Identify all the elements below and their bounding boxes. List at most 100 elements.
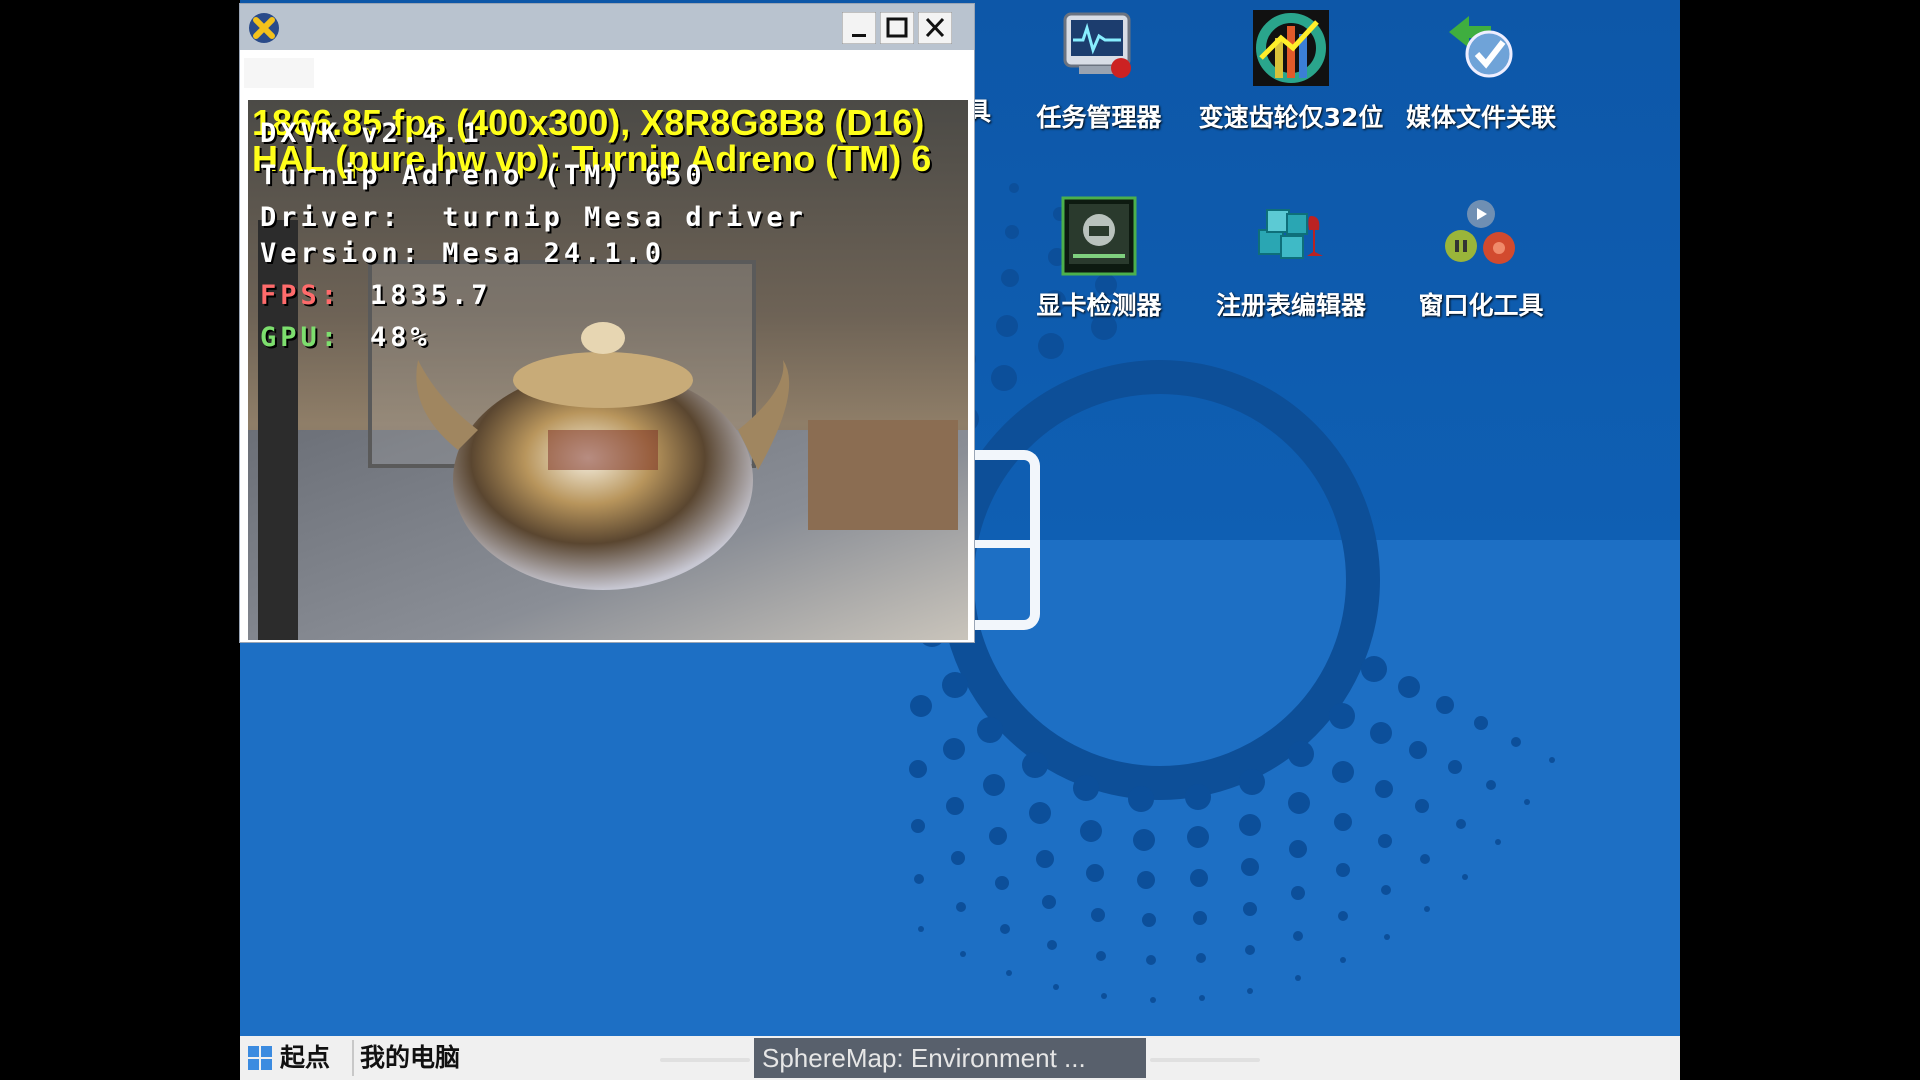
minimize-button[interactable] — [841, 11, 877, 45]
start-grid-icon — [248, 1046, 272, 1070]
wallpaper-dot — [1369, 721, 1392, 744]
wallpaper-dot — [1005, 970, 1012, 977]
desktop-icon-media-association[interactable]: 媒体文件关联 — [1386, 8, 1576, 134]
hud-gpu-label: GPU: — [260, 322, 342, 353]
wallpaper-dot — [1495, 838, 1502, 845]
desktop-icon-task-manager[interactable]: 任务管理器 — [1004, 8, 1194, 134]
wallpaper-dot — [1242, 901, 1257, 916]
task-manager-icon — [1063, 12, 1131, 78]
wallpaper-dot — [1290, 885, 1305, 900]
wallpaper-dot — [991, 364, 1018, 391]
windowed-tool-icon — [1445, 200, 1515, 264]
wallpaper-dot — [1338, 910, 1349, 921]
wallpaper-dot — [977, 716, 1004, 743]
wallpaper-dot — [1000, 923, 1011, 934]
wallpaper-dot — [1360, 655, 1387, 682]
wallpaper-dot — [1096, 950, 1107, 961]
taskbar: 起点 我的电脑 SphereMap: Environment ... — [240, 1036, 1680, 1080]
wallpaper-dot — [1085, 864, 1104, 883]
wallpaper-dot — [1079, 820, 1102, 843]
my-computer-button[interactable]: 我的电脑 — [352, 1040, 500, 1076]
wallpaper-dot — [1374, 779, 1393, 798]
wallpaper-dot — [1021, 751, 1048, 778]
wallpaper-dot — [1486, 779, 1497, 790]
wallpaper-dot — [946, 796, 965, 815]
desktop-icon-label: 任务管理器 — [1036, 103, 1162, 132]
wallpaper-dot — [1189, 868, 1208, 887]
desktop-icon-label: 注册表编辑器 — [1215, 291, 1366, 320]
wallpaper-dot — [1336, 862, 1351, 877]
close-button[interactable] — [917, 11, 953, 45]
wallpaper-dot — [1294, 974, 1301, 981]
hud-gpu-device: Turnip Adreno (TM) 650 — [260, 160, 706, 191]
wallpaper-dot — [1549, 756, 1556, 763]
menu-placeholder[interactable] — [244, 58, 314, 88]
wallpaper-dot — [982, 774, 1005, 797]
wallpaper-dot — [955, 901, 966, 912]
wallpaper-dot — [1035, 849, 1054, 868]
wallpaper-dot — [942, 738, 965, 761]
gpu-detector-icon — [1061, 196, 1137, 276]
wallpaper-dot — [1383, 934, 1390, 941]
desktop-icon-label: 媒体文件关联 — [1405, 103, 1556, 132]
wallpaper-dot — [910, 819, 925, 834]
wallpaper-dot — [1240, 858, 1259, 877]
scene-desk — [808, 420, 958, 530]
wallpaper-dot — [1149, 996, 1156, 1003]
window-titlebar[interactable] — [240, 4, 974, 50]
wallpaper-dot — [1038, 333, 1065, 360]
wallpaper-dot — [1133, 828, 1155, 851]
desktop-icon-windowed-tool[interactable]: 窗口化工具 — [1386, 196, 1576, 322]
media-association-icon — [1449, 16, 1513, 78]
wine-app-icon — [249, 13, 279, 43]
minimize-icon — [841, 11, 877, 45]
speed-gear-icon — [1253, 10, 1329, 86]
wallpaper-dot — [1332, 760, 1355, 783]
desktop-icon-gpu-detector[interactable]: 显卡检测器 — [1004, 196, 1194, 322]
wallpaper-dot — [1184, 784, 1211, 811]
desktop-icon-registry-editor[interactable]: 注册表编辑器 — [1196, 196, 1386, 322]
wallpaper-dot — [1195, 952, 1206, 963]
wallpaper-dot — [1378, 833, 1393, 848]
wallpaper-dot — [1145, 954, 1156, 965]
render-viewport[interactable]: 1866.85 fps (400x300), X8R8G8B8 (D16) HA… — [248, 100, 968, 640]
hud-driver-version: Version: Mesa 24.1.0 — [260, 238, 666, 269]
wallpaper-dot — [1408, 740, 1427, 759]
wallpaper-dot — [988, 826, 1007, 845]
hud-driver: Driver: turnip Mesa driver — [260, 202, 807, 233]
wallpaper-dot — [1141, 912, 1156, 927]
wallpaper-dot — [1029, 802, 1052, 824]
maximize-button[interactable] — [879, 11, 915, 45]
taskbar-spacer — [660, 1058, 750, 1062]
registry-editor-icon — [1258, 209, 1323, 259]
wallpaper-dot — [1192, 910, 1207, 925]
teapot-model — [416, 322, 790, 590]
desktop-icon-label: 窗口化工具 — [1418, 291, 1544, 320]
wallpaper-dot — [1381, 884, 1392, 895]
wallpaper-dot — [1247, 987, 1254, 994]
wallpaper-dot — [1008, 182, 1019, 193]
taskbar-spacer — [1150, 1058, 1260, 1062]
wallpaper-dot — [1052, 984, 1059, 991]
wallpaper-dot — [1292, 930, 1303, 941]
start-button[interactable]: 起点 — [244, 1040, 344, 1076]
hud-dxvk-version: DXVK v2.4.1 — [260, 118, 483, 149]
desktop-icon-label: 变速齿轮仅32位 — [1198, 103, 1384, 132]
close-icon — [917, 11, 953, 45]
desktop-icon-label: 显卡检测器 — [1036, 291, 1162, 320]
wallpaper-dot — [950, 850, 965, 865]
hud-fps-label: FPS: — [260, 280, 342, 311]
spheremap-window[interactable]: 1866.85 fps (400x300), X8R8G8B8 (D16) HA… — [240, 4, 974, 642]
start-label: 起点 — [280, 1043, 331, 1072]
maximize-icon — [879, 11, 915, 45]
wallpaper-dot — [1238, 768, 1265, 795]
hud-fps-value: 1835.7 — [370, 280, 492, 311]
wallpaper-dot — [1091, 907, 1106, 922]
desktop-icon-speed-gear[interactable]: 变速齿轮仅32位 — [1196, 8, 1386, 134]
wallpaper-dot — [1244, 944, 1255, 955]
wallpaper-dot — [1511, 736, 1522, 747]
wallpaper-dot — [1447, 760, 1462, 774]
wallpaper-dot — [1198, 995, 1205, 1001]
window-menu-area — [240, 50, 974, 96]
taskbar-item-spheremap[interactable]: SphereMap: Environment ... — [754, 1038, 1146, 1078]
